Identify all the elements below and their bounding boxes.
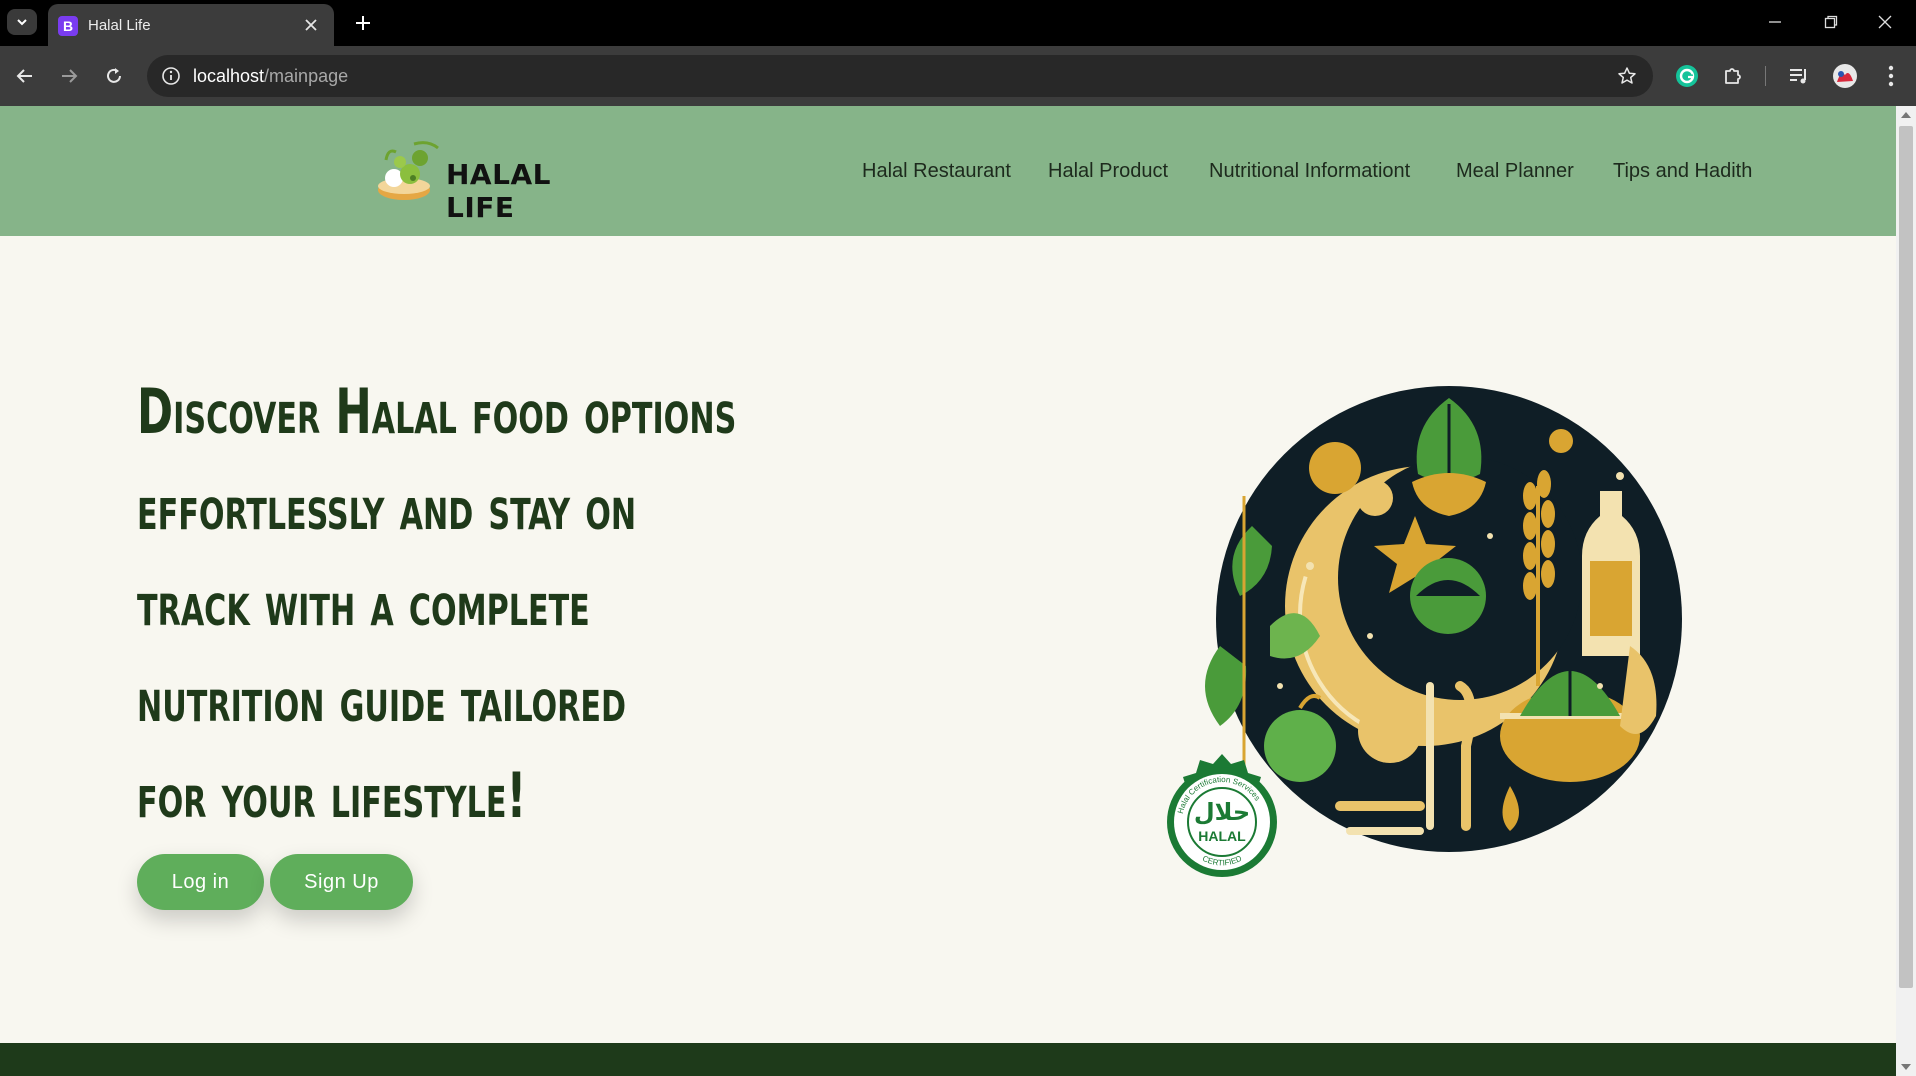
reload-button[interactable] bbox=[99, 61, 129, 91]
back-button[interactable] bbox=[10, 61, 40, 91]
tab-close-button[interactable] bbox=[300, 14, 322, 36]
media-controls-button[interactable] bbox=[1785, 62, 1813, 90]
browser-menu-button[interactable] bbox=[1877, 62, 1905, 90]
reload-icon bbox=[107, 68, 121, 83]
page-scrollbar[interactable] bbox=[1896, 106, 1916, 1076]
scroll-up-arrow-icon[interactable] bbox=[1901, 112, 1911, 118]
kebab-menu-icon bbox=[1888, 65, 1894, 87]
toolbar-divider bbox=[1765, 66, 1766, 86]
star-icon bbox=[1618, 67, 1636, 84]
media-icon bbox=[1790, 69, 1806, 84]
forward-button[interactable] bbox=[54, 61, 84, 91]
close-icon bbox=[305, 19, 317, 31]
hero-headline: Discover Halal food options effortlessly… bbox=[137, 364, 737, 844]
profile-button[interactable] bbox=[1831, 62, 1859, 90]
tab-favicon: B bbox=[58, 16, 78, 36]
hero-line: track with a complete bbox=[137, 567, 590, 640]
badge-arabic-text: حلال bbox=[1194, 798, 1250, 826]
nav-halal-product[interactable]: Halal Product bbox=[1048, 160, 1168, 183]
site-header: HALAL LIFE Halal Restaurant Halal Produc… bbox=[0, 106, 1896, 236]
footer-strip bbox=[0, 1043, 1896, 1076]
chevron-down-icon bbox=[17, 19, 27, 26]
login-button[interactable]: Log in bbox=[137, 854, 264, 910]
back-icon bbox=[16, 69, 32, 83]
tab-title: Halal Life bbox=[88, 17, 151, 34]
profile-icon bbox=[1833, 64, 1857, 88]
hero-line: Discover Halal food options bbox=[137, 375, 737, 448]
url-text: localhost/mainpage bbox=[193, 66, 348, 87]
browser-toolbar: localhost/mainpage bbox=[0, 46, 1916, 106]
new-tab-button[interactable] bbox=[350, 10, 376, 36]
site-info-button[interactable] bbox=[159, 64, 183, 88]
info-icon bbox=[162, 67, 180, 85]
browser-tab[interactable]: B Halal Life bbox=[48, 4, 334, 46]
close-window-button[interactable] bbox=[1862, 6, 1908, 38]
nav-meal-planner[interactable]: Meal Planner bbox=[1456, 160, 1574, 183]
badge-halal-text: HALAL bbox=[1198, 828, 1246, 844]
halal-food-illustration: حلال HALAL Halal Certification Services … bbox=[1167, 386, 1682, 877]
forward-icon bbox=[62, 69, 78, 83]
bookmark-button[interactable] bbox=[1615, 64, 1639, 88]
scrollbar-thumb[interactable] bbox=[1899, 126, 1913, 988]
nav-halal-restaurant[interactable]: Halal Restaurant bbox=[862, 160, 1011, 183]
restore-icon bbox=[1824, 15, 1838, 29]
tab-list-button[interactable] bbox=[7, 9, 37, 35]
address-bar[interactable]: localhost/mainpage bbox=[147, 55, 1653, 97]
logo-text: HALAL LIFE bbox=[446, 158, 551, 224]
hero-line: for your lifestyle! bbox=[137, 759, 527, 832]
url-host: localhost bbox=[193, 66, 265, 86]
minimize-icon bbox=[1769, 21, 1781, 23]
extensions-button[interactable] bbox=[1719, 62, 1747, 90]
hero-line: effortlessly and stay on bbox=[137, 471, 637, 544]
hero-line: nutrition guide tailored bbox=[137, 663, 627, 736]
tab-bar: B Halal Life bbox=[0, 0, 1916, 46]
close-window-icon bbox=[1878, 15, 1892, 29]
extensions-icon bbox=[1725, 68, 1741, 84]
signup-button[interactable]: Sign Up bbox=[270, 854, 413, 910]
grammarly-icon bbox=[1676, 65, 1698, 87]
scroll-down-arrow-icon[interactable] bbox=[1901, 1064, 1911, 1070]
plus-icon bbox=[356, 16, 370, 30]
page-viewport: HALAL LIFE Halal Restaurant Halal Produc… bbox=[0, 106, 1896, 1076]
site-logo[interactable]: HALAL LIFE bbox=[368, 138, 618, 224]
grammarly-extension[interactable] bbox=[1673, 62, 1701, 90]
restore-button[interactable] bbox=[1808, 6, 1854, 38]
minimize-button[interactable] bbox=[1752, 6, 1798, 38]
salad-bowl-logo-icon bbox=[378, 141, 439, 200]
url-path: /mainpage bbox=[264, 66, 349, 86]
nav-tips-and-hadith[interactable]: Tips and Hadith bbox=[1613, 160, 1752, 183]
nav-nutritional-information[interactable]: Nutritional Informationt bbox=[1209, 160, 1410, 183]
halal-certified-badge: حلال HALAL Halal Certification Services … bbox=[1167, 754, 1277, 877]
